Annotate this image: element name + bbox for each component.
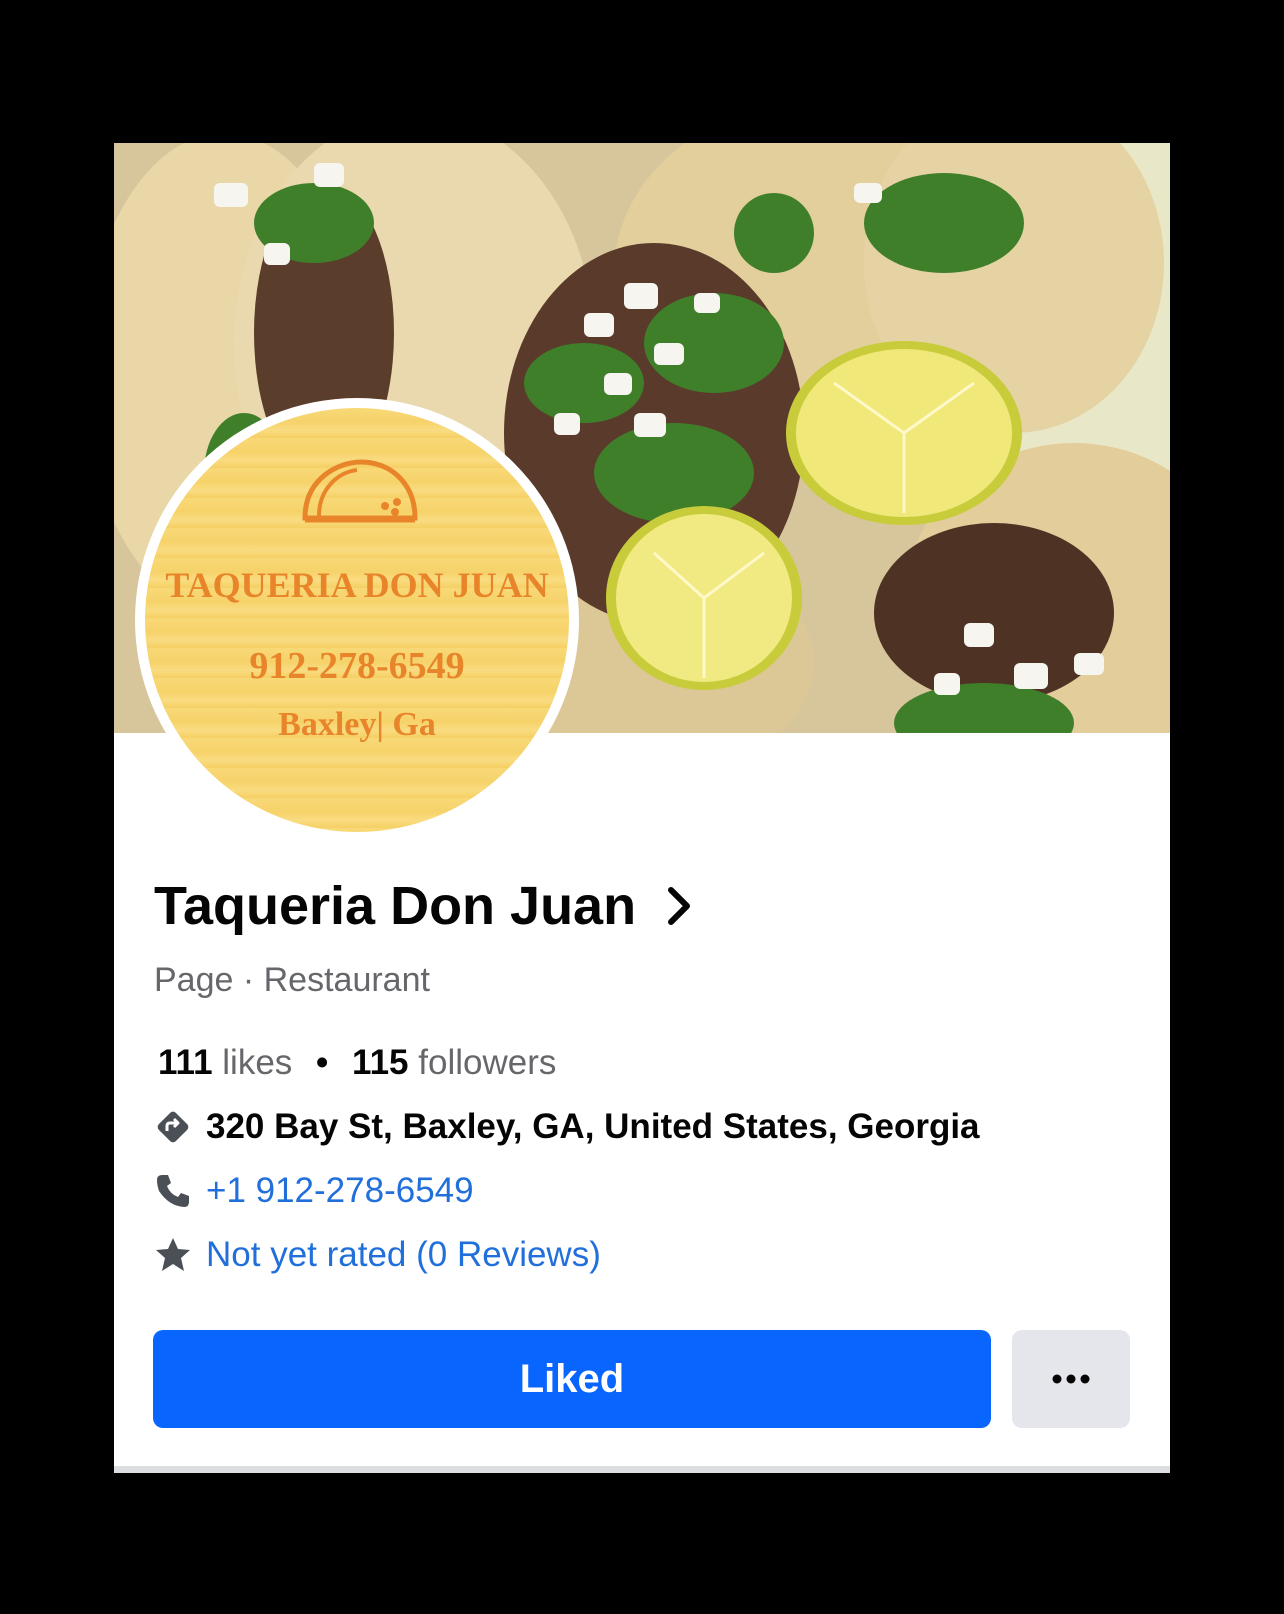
logo-name: TAQUERIA DON JUAN (165, 565, 549, 605)
stats-separator: • (316, 1043, 329, 1082)
more-icon (1052, 1374, 1090, 1384)
followers-label: followers (418, 1043, 557, 1082)
logo-phone: 912-278-6549 (249, 645, 465, 687)
phone-link[interactable]: +1 912-278-6549 (206, 1171, 474, 1211)
phone-row[interactable]: +1 912-278-6549 (152, 1170, 474, 1212)
chevron-right-icon (668, 887, 691, 925)
address-row[interactable]: 320 Bay St, Baxley, GA, United States, G… (152, 1106, 980, 1148)
page-stats: 111 likes • 115 followers (158, 1043, 556, 1083)
rating-row[interactable]: Not yet rated (0 Reviews) (152, 1234, 601, 1276)
page-category: Page · Restaurant (154, 961, 430, 999)
rating-link[interactable]: Not yet rated (0 Reviews) (206, 1235, 601, 1275)
followers-count: 115 (352, 1043, 409, 1082)
page-title-link[interactable]: Taqueria Don Juan (154, 875, 694, 937)
page-card: TAQUERIA DON JUAN 912-278-6549 Baxley| G… (114, 143, 1170, 1473)
liked-button[interactable]: Liked (153, 1330, 991, 1428)
likes-label: likes (222, 1043, 293, 1082)
more-button[interactable] (1012, 1330, 1130, 1428)
card-divider (114, 1466, 1170, 1473)
profile-picture[interactable]: TAQUERIA DON JUAN 912-278-6549 Baxley| G… (135, 398, 579, 842)
phone-icon (152, 1170, 194, 1212)
directions-icon (152, 1106, 194, 1148)
logo-city: Baxley| Ga (278, 706, 436, 743)
likes-count: 111 (158, 1043, 213, 1082)
star-icon (152, 1234, 194, 1276)
taco-icon (302, 459, 418, 523)
logo: TAQUERIA DON JUAN 912-278-6549 Baxley| G… (145, 408, 569, 832)
address-text: 320 Bay St, Baxley, GA, United States, G… (206, 1107, 980, 1146)
page-title: Taqueria Don Juan (154, 876, 637, 936)
